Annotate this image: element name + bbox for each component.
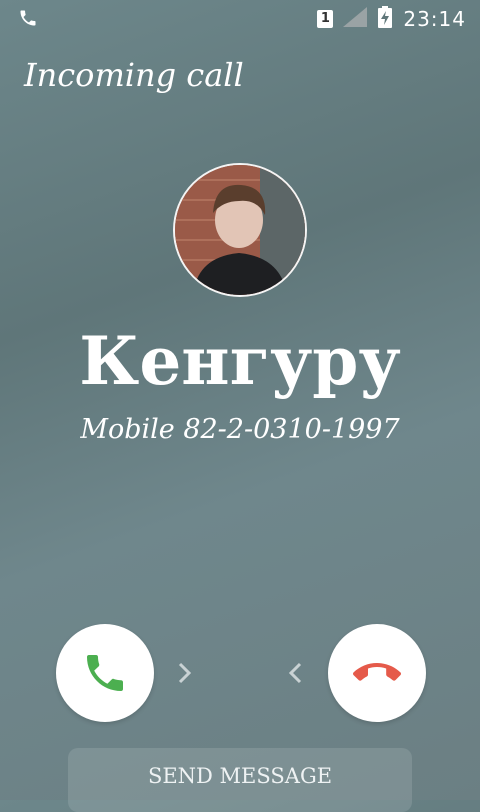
caller-name: Кенгуру	[79, 322, 401, 400]
avatar	[173, 163, 307, 297]
answer-button[interactable]	[56, 624, 154, 722]
caller-number: Mobile 82-2-0310-1997	[80, 414, 400, 445]
answer-phone-icon	[87, 655, 123, 691]
signal-icon	[343, 7, 368, 31]
phone-icon	[18, 8, 38, 32]
end-call-icon	[353, 663, 401, 681]
status-time: 23:14	[403, 7, 466, 31]
incoming-call-title: Incoming call	[24, 56, 244, 94]
status-bar: 1 23:14	[0, 0, 480, 36]
decline-button[interactable]	[328, 624, 426, 722]
sim-icon: 1	[317, 10, 334, 28]
chevron-left-icon	[286, 660, 304, 690]
battery-charging-icon	[377, 6, 393, 32]
chevron-right-icon	[176, 660, 194, 690]
send-message-button[interactable]: SEND MESSAGE	[68, 748, 412, 812]
